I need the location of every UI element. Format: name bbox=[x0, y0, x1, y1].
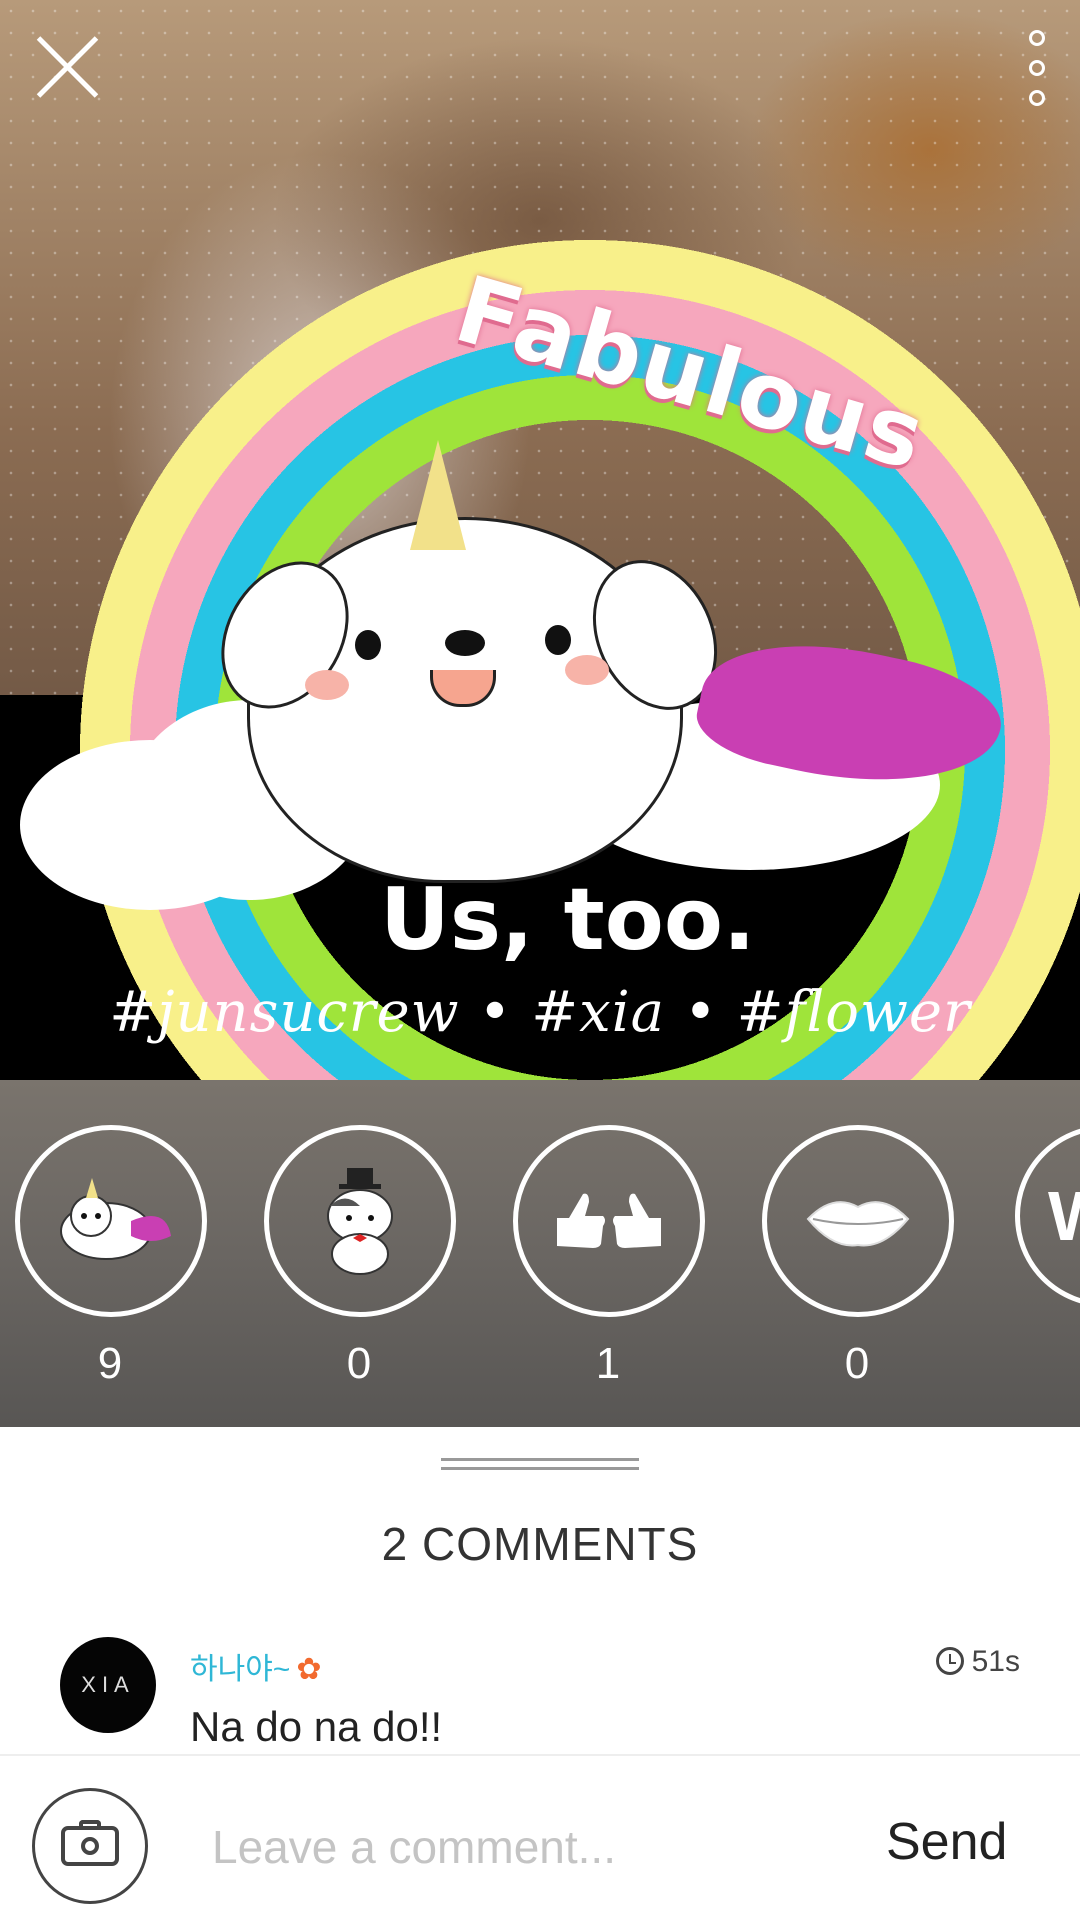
drag-handle[interactable] bbox=[441, 1458, 639, 1470]
more-vertical-icon[interactable] bbox=[1020, 30, 1054, 106]
dot bbox=[1029, 30, 1045, 46]
cat-gentleman-sticker-icon bbox=[264, 1125, 456, 1317]
dog-eye bbox=[355, 630, 381, 660]
reaction-count: 9 bbox=[97, 1339, 123, 1388]
comment-timestamp: 51s bbox=[935, 1645, 1020, 1679]
clock-icon bbox=[935, 1647, 964, 1675]
dog-blush bbox=[565, 655, 609, 685]
reaction-partial[interactable]: W bbox=[1011, 1125, 1080, 1307]
unicorn-horn bbox=[410, 440, 466, 550]
comment-input-bar: Send bbox=[0, 1754, 1080, 1922]
partial-sticker-icon: W bbox=[1015, 1125, 1080, 1307]
timestamp-text: 51s bbox=[971, 1645, 1020, 1678]
unicorn-dog-sticker-icon bbox=[15, 1125, 207, 1317]
reaction-cat-gentleman[interactable]: 0 bbox=[264, 1125, 456, 1389]
comment-text: Na do na do!! bbox=[190, 1703, 443, 1750]
camera-icon bbox=[61, 1820, 119, 1866]
reaction-double-thumbs-up[interactable]: 1 bbox=[513, 1125, 705, 1389]
comment-input[interactable] bbox=[210, 1806, 834, 1888]
dog-nose bbox=[445, 630, 485, 656]
comments-title: 2 COMMENTS bbox=[381, 1518, 699, 1570]
double-thumbs-up-icon bbox=[513, 1125, 705, 1317]
reaction-count: 1 bbox=[595, 1339, 621, 1388]
reaction-count: 0 bbox=[346, 1339, 372, 1388]
send-button[interactable]: Send bbox=[880, 1811, 1013, 1873]
flower-emoji-icon: ✿ bbox=[296, 1653, 322, 1686]
dog-eye bbox=[545, 625, 571, 655]
reactions-strip: 9 0 1 0 bbox=[0, 1080, 1080, 1427]
avatar[interactable]: XIA bbox=[60, 1637, 156, 1733]
reaction-lips[interactable]: 0 bbox=[762, 1125, 954, 1389]
post-image: Fabulous Us, too. #junsucrew • #xia • #f… bbox=[0, 0, 1080, 1080]
camera-button[interactable] bbox=[32, 1788, 148, 1904]
comment-username[interactable]: 하나야~ ✿ bbox=[190, 1644, 321, 1688]
reaction-count: 0 bbox=[844, 1339, 870, 1388]
username-text: 하나야~ bbox=[190, 1653, 291, 1686]
caption-text: Us, too. bbox=[380, 870, 756, 970]
dot bbox=[1029, 60, 1045, 76]
dot bbox=[1029, 90, 1045, 106]
hashtags-text: #junsucrew • #xia • #flower bbox=[109, 980, 971, 1045]
comments-sheet: 2 COMMENTS XIA 하나야~ ✿ 51s Na do na do!! bbox=[0, 1427, 1080, 1754]
reaction-unicorn-dog[interactable]: 9 bbox=[15, 1125, 207, 1389]
lips-icon bbox=[762, 1125, 954, 1317]
dog-blush bbox=[305, 670, 349, 700]
close-icon[interactable] bbox=[30, 30, 104, 104]
